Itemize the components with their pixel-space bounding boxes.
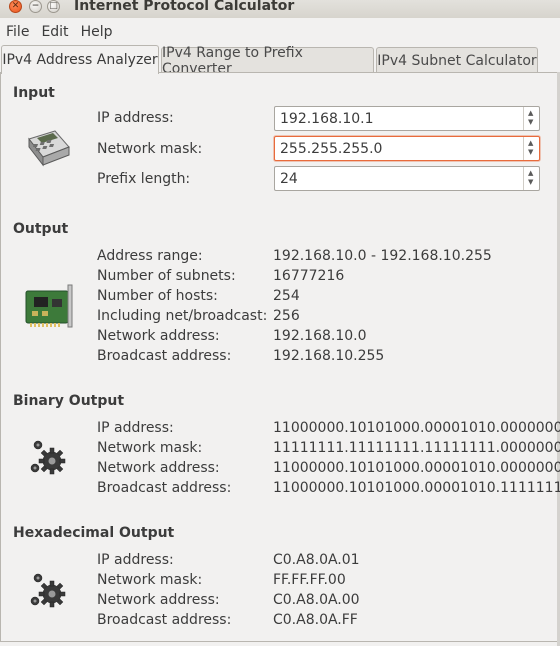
- network-mask-label: Network mask:: [97, 141, 203, 157]
- spin-up-icon[interactable]: ▲: [528, 110, 533, 117]
- hex-label: IP address:: [97, 552, 174, 568]
- network-mask-input[interactable]: [280, 139, 516, 158]
- binary-value: 11000000.10101000.00001010.00000001: [273, 420, 560, 436]
- output-section-title: Output: [13, 221, 69, 237]
- tab-bar: IPv4 Address Analyzer IPv4 Range to Pref…: [0, 45, 560, 77]
- output-label: Including net/broadcast:: [97, 308, 268, 324]
- prefix-length-field[interactable]: ▲ ▼: [274, 166, 540, 191]
- ip-address-label: IP address:: [97, 110, 174, 126]
- title-bar: ✕ − □ Internet Protocol Calculator: [0, 0, 560, 18]
- spin-down-icon[interactable]: ▼: [528, 119, 533, 126]
- prefix-length-label: Prefix length:: [97, 171, 191, 187]
- binary-label: Network mask:: [97, 440, 203, 456]
- binary-label: Network address:: [97, 460, 220, 476]
- close-icon[interactable]: ✕: [9, 0, 22, 13]
- network-card-icon: [25, 284, 73, 328]
- spin-up-icon[interactable]: ▲: [528, 140, 533, 147]
- binary-value: 11111111.11111111.11111111.00000000: [273, 440, 560, 456]
- output-value: 192.168.10.0: [273, 328, 367, 344]
- gears-icon: [30, 573, 66, 608]
- spin-down-icon[interactable]: ▼: [528, 149, 533, 156]
- hex-label: Broadcast address:: [97, 612, 232, 628]
- spin-up-icon[interactable]: ▲: [528, 170, 533, 177]
- hex-value: FF.FF.FF.00: [273, 572, 346, 588]
- ip-address-input[interactable]: [280, 109, 516, 128]
- hex-value: C0.A8.0A.00: [273, 592, 360, 608]
- calculator-icon: [28, 130, 70, 167]
- output-value: 256: [273, 308, 300, 324]
- ip-address-spinner[interactable]: ▲ ▼: [523, 107, 539, 130]
- output-value: 192.168.10.255: [273, 348, 385, 364]
- prefix-length-input[interactable]: [280, 169, 516, 188]
- output-label: Number of hosts:: [97, 288, 218, 304]
- maximize-icon[interactable]: □: [47, 0, 60, 13]
- spin-down-icon[interactable]: ▼: [528, 179, 533, 186]
- binary-value: 11000000.10101000.00001010.00000000: [273, 460, 560, 476]
- ip-address-field[interactable]: ▲ ▼: [274, 106, 540, 131]
- hex-section-title: Hexadecimal Output: [13, 525, 175, 541]
- output-label: Address range:: [97, 248, 203, 264]
- menu-edit[interactable]: Edit: [35, 24, 74, 40]
- gears-icon: [30, 440, 66, 475]
- hex-value: C0.A8.0A.FF: [273, 612, 358, 628]
- binary-label: IP address:: [97, 420, 174, 436]
- tab-ipv4-range-to-prefix[interactable]: IPv4 Range to Prefix Converter: [161, 45, 374, 77]
- window-title: Internet Protocol Calculator: [74, 0, 295, 14]
- tab-ipv4-address-analyzer[interactable]: IPv4 Address Analyzer: [1, 45, 159, 74]
- binary-label: Broadcast address:: [97, 480, 232, 496]
- output-value: 16777216: [273, 268, 345, 284]
- menu-file[interactable]: File: [0, 24, 35, 40]
- prefix-length-spinner[interactable]: ▲ ▼: [523, 167, 539, 190]
- output-label: Broadcast address:: [97, 348, 232, 364]
- network-mask-spinner[interactable]: ▲ ▼: [523, 137, 539, 160]
- binary-section-title: Binary Output: [13, 393, 125, 409]
- input-section-title: Input: [13, 85, 55, 101]
- binary-value: 11000000.10101000.00001010.11111111: [273, 480, 560, 496]
- network-mask-field[interactable]: ▲ ▼: [274, 136, 540, 161]
- output-value: 192.168.10.0 - 192.168.10.255: [273, 248, 492, 264]
- hex-label: Network mask:: [97, 572, 203, 588]
- menu-help[interactable]: Help: [75, 24, 119, 40]
- output-value: 254: [273, 288, 300, 304]
- output-label: Number of subnets:: [97, 268, 236, 284]
- minimize-icon[interactable]: −: [29, 0, 42, 13]
- menu-bar: File Edit Help: [0, 20, 560, 44]
- tab-ipv4-subnet-calculator[interactable]: IPv4 Subnet Calculator: [376, 47, 538, 73]
- hex-value: C0.A8.0A.01: [273, 552, 360, 568]
- hex-label: Network address:: [97, 592, 220, 608]
- output-label: Network address:: [97, 328, 220, 344]
